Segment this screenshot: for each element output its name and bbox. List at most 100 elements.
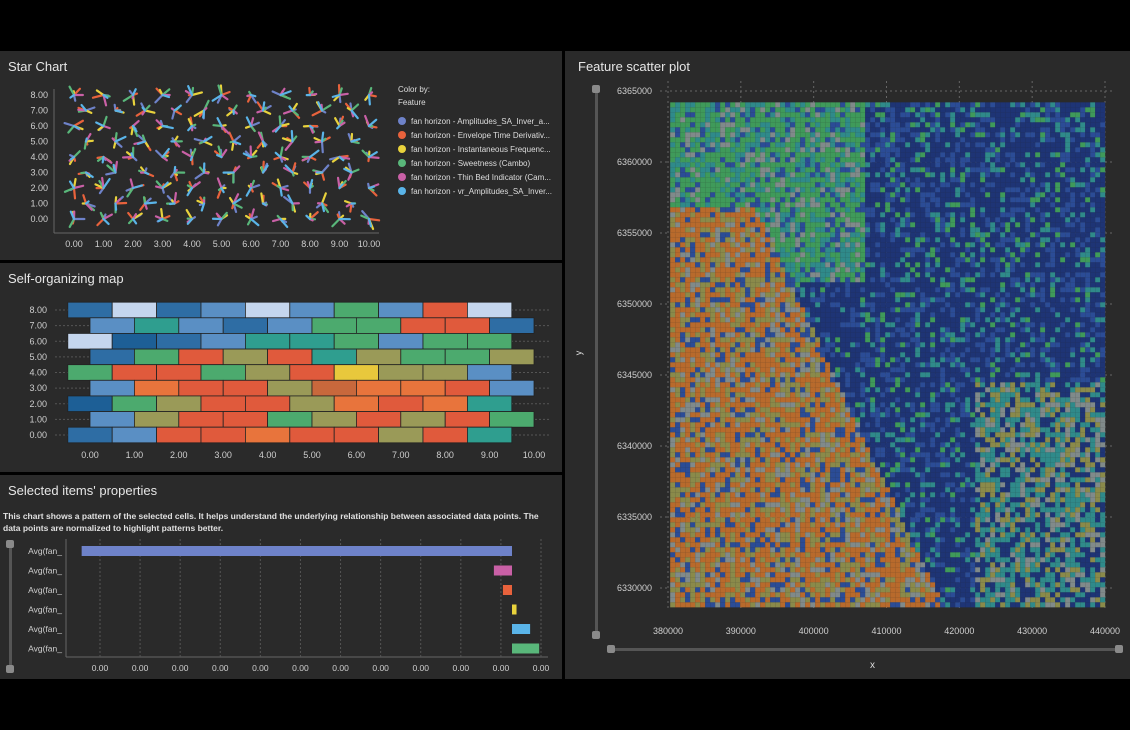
scatter-point	[965, 307, 971, 313]
legend-item[interactable]: fan horizon - Envelope Time Derivativ...	[398, 131, 550, 140]
scatter-point	[920, 112, 926, 118]
legend-item[interactable]: fan horizon - Amplitudes_SA_Inver_a...	[398, 117, 550, 126]
legend-item[interactable]: fan horizon - Thin Bed Indicator (Cam...	[398, 173, 551, 182]
scatter-point	[895, 127, 901, 133]
scatter-point	[1050, 327, 1056, 333]
scatter-point	[820, 322, 826, 328]
scatter-point	[935, 122, 941, 128]
scatter-point	[1060, 232, 1066, 238]
scatter-point	[1075, 262, 1081, 268]
scatter-point	[725, 207, 731, 213]
scatter-point	[990, 272, 996, 278]
scatter-point	[670, 287, 676, 293]
scatter-point	[975, 197, 981, 203]
scatter-point	[750, 152, 756, 158]
scatter-point	[705, 282, 711, 288]
scatter-point	[770, 117, 776, 123]
scatter-point	[845, 192, 851, 198]
scatter-point	[715, 237, 721, 243]
scatter-point	[995, 232, 1001, 238]
scatter-point	[895, 232, 901, 238]
som-plot[interactable]: 8.007.006.005.004.003.002.001.000.000.00…	[0, 263, 562, 472]
scatter-point	[745, 232, 751, 238]
scatter-point	[855, 177, 861, 183]
scatter-point	[1005, 242, 1011, 248]
scatter-point	[1080, 297, 1086, 303]
scatter-point	[1085, 107, 1091, 113]
scatter-point	[835, 127, 841, 133]
scatter-point	[905, 117, 911, 123]
scatter-point	[870, 207, 876, 213]
scatter-point	[800, 127, 806, 133]
scatter-point	[885, 307, 891, 313]
scatter-point	[945, 317, 951, 323]
scatter-point	[815, 142, 821, 148]
scatter-point	[940, 132, 946, 138]
scatter-point	[1075, 132, 1081, 138]
scatter-point	[835, 102, 841, 108]
scatter-point	[960, 107, 966, 113]
legend-item[interactable]: fan horizon - Sweetness (Cambo)	[398, 159, 530, 168]
scatter-point	[765, 332, 771, 338]
scatter-point	[830, 212, 836, 218]
scatter-point	[700, 107, 706, 113]
star-glyph	[63, 119, 85, 134]
scatter-point	[790, 132, 796, 138]
scatter-point	[780, 307, 786, 313]
scatter-point	[710, 287, 716, 293]
scatter-point	[1025, 167, 1031, 173]
scatter-point	[950, 102, 956, 108]
scatter-point	[760, 247, 766, 253]
scatter-point	[1100, 117, 1106, 123]
scatter-point	[1095, 327, 1101, 333]
scatter-point	[795, 262, 801, 268]
color-by-value[interactable]: Feature	[398, 98, 426, 107]
scatter-point	[935, 247, 941, 253]
scatter-point	[1020, 257, 1026, 263]
scatter-point	[795, 222, 801, 228]
scatter-point	[1000, 182, 1006, 188]
scatter-point	[1080, 217, 1086, 223]
scatter-point	[990, 192, 996, 198]
star-ray	[190, 181, 201, 190]
scatter-point	[1040, 277, 1046, 283]
scatter-point	[1045, 312, 1051, 318]
star-chart-plot[interactable]: 0.00 1.00 2.00 3.00 4.00 5.00 6.00 7.00 8.00 9.00…	[0, 51, 562, 260]
scatter-point	[925, 297, 931, 303]
selected-items-bar-chart[interactable]: 0.00 0.00 0.00 0.00 0.00 0.00 0.00 0.00 0.00 0.00…	[0, 475, 562, 679]
scatter-point	[835, 252, 841, 258]
scatter-point	[1100, 287, 1106, 293]
scatter-point	[735, 222, 741, 228]
legend-item[interactable]: fan horizon - vr_Amplitudes_SA_Inver...	[398, 187, 552, 196]
scatter-point	[795, 267, 801, 273]
star-ray	[96, 217, 105, 227]
scatter-point	[940, 112, 946, 118]
scatter-point	[700, 112, 706, 118]
scatter-point	[915, 192, 921, 198]
scatter-point	[1065, 282, 1071, 288]
scatter-point	[790, 162, 796, 168]
scatter-point	[705, 332, 711, 338]
scatter-point	[725, 292, 731, 298]
scatter-point	[810, 137, 816, 143]
scatter-point	[910, 237, 916, 243]
scatter-point	[845, 197, 851, 203]
star-ray	[320, 171, 326, 181]
scatter-point	[1015, 152, 1021, 158]
scatter-point	[750, 307, 756, 313]
scatter-point	[755, 182, 761, 188]
scatter-point	[945, 197, 951, 203]
scatter-point	[960, 302, 966, 308]
scatter-point	[1090, 232, 1096, 238]
scatter-plot[interactable]: 6365000636000063550006350000634500063400…	[565, 51, 1130, 679]
scatter-point	[835, 277, 841, 283]
scatter-point	[1065, 217, 1071, 223]
scatter-point	[985, 287, 991, 293]
scatter-point	[1005, 272, 1011, 278]
scatter-point	[1035, 227, 1041, 233]
scatter-point	[1000, 227, 1006, 233]
star-ray	[308, 124, 314, 129]
scatter-point	[680, 237, 686, 243]
legend-item[interactable]: fan horizon - Instantaneous Frequenc...	[398, 145, 551, 154]
scatter-point	[1070, 137, 1076, 143]
